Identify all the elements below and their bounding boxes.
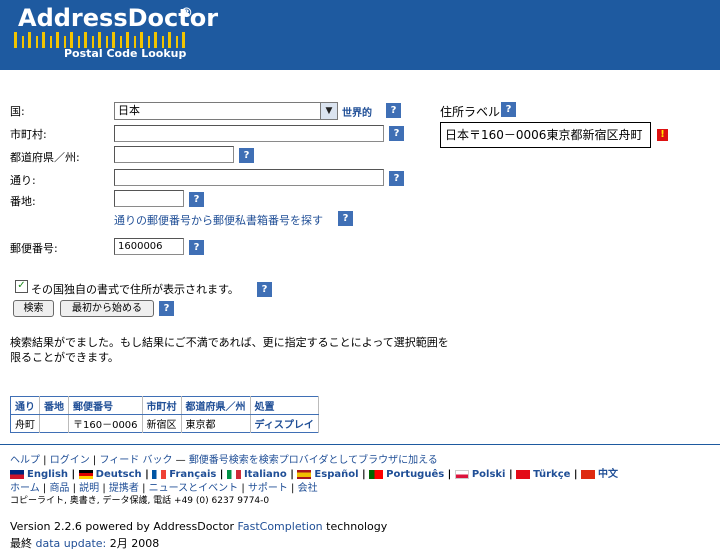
flag-uk-icon	[10, 469, 24, 479]
language-chinese[interactable]: 中文	[598, 469, 618, 480]
country-label: 国:	[10, 105, 25, 118]
results-table: 通り 番地 郵便番号 市町村 都道府県／州 処置 舟町 〒160－0006 新宿…	[10, 396, 319, 433]
language-bar: English | Deutsch | Français | Italiano …	[10, 465, 618, 480]
prefecture-input[interactable]	[114, 146, 234, 163]
house-number-input[interactable]	[114, 190, 184, 207]
cell-house	[39, 414, 69, 433]
language-polski[interactable]: Polski	[472, 469, 506, 480]
cell-postal: 〒160－0006	[68, 414, 143, 433]
flag-poland-icon	[454, 469, 469, 479]
language-portugues[interactable]: Português	[386, 469, 444, 480]
cell-prefecture: 東京都	[181, 414, 251, 433]
data-update-value: 2月 2008	[109, 537, 160, 550]
logo-registered-mark: ®	[180, 6, 193, 21]
result-message-line1: 検索結果がでました。もし結果にご不満であれば、更に指定することによって選択範囲を	[10, 336, 449, 349]
data-update-line: 最終 data update: 2月 2008	[10, 535, 159, 551]
version-line: Version 2.2.6 powered by AddressDoctor F…	[10, 520, 387, 533]
language-turkce[interactable]: Türkçe	[533, 469, 570, 480]
footer-links-row: ヘルプ | ログイン | フィード バック — 郵便番号検索を検索プロバイダとし…	[10, 455, 438, 466]
help-icon[interactable]: ?	[189, 240, 204, 255]
barcode-icon	[14, 32, 185, 48]
column-header-city: 市町村	[142, 396, 182, 415]
pobox-search-link[interactable]: 通りの郵便番号から郵便私書箱番号を探す	[114, 212, 323, 228]
site-links-row: ホーム | 商品 | 説明 | 提携者 | ニュースとイベント | サポート |…	[10, 483, 318, 494]
help-icon[interactable]: ?	[189, 192, 204, 207]
help-icon[interactable]: ?	[389, 126, 404, 141]
native-format-label: その国独自の書式で住所が表示されます。	[31, 283, 239, 296]
logo-subtitle: Postal Code Lookup	[64, 47, 187, 60]
country-select[interactable]: 日本 ▼	[114, 102, 338, 120]
language-espanol[interactable]: Español	[314, 469, 358, 480]
result-message-line2: 限ることができます。	[10, 351, 119, 364]
help-icon[interactable]: ?	[239, 148, 254, 163]
search-button[interactable]: 検索	[13, 300, 54, 317]
version-suffix: technology	[326, 520, 388, 533]
street-label: 通り:	[10, 174, 36, 187]
help-icon[interactable]: ?	[159, 301, 174, 316]
city-input[interactable]	[114, 125, 384, 142]
postal-code-label: 郵便番号:	[10, 242, 58, 255]
flag-portugal-icon	[369, 469, 384, 479]
flag-turkey-icon	[516, 469, 531, 479]
chevron-down-icon[interactable]: ▼	[320, 103, 337, 119]
help-icon[interactable]: ?	[257, 282, 272, 297]
help-icon[interactable]: ?	[338, 211, 353, 226]
worldwide-link[interactable]: 世界的	[342, 104, 372, 119]
header-banner: AddressDoctor ® Postal Code Lookup	[0, 0, 720, 70]
column-header-postal: 郵便番号	[68, 396, 143, 415]
flag-france-icon	[152, 469, 167, 479]
country-select-value: 日本	[118, 104, 140, 117]
flag-china-icon	[581, 469, 596, 479]
address-label-title: 住所ラベル	[440, 105, 501, 119]
native-format-checkbox[interactable]: ✓	[15, 280, 28, 293]
copyright-text: コピーライト, 奥書き, データ保護, 電話 +49 (0) 6237 9774…	[10, 496, 270, 506]
flag-italy-icon	[226, 469, 241, 479]
house-number-label: 番地:	[10, 195, 36, 208]
fastcompletion-link[interactable]: FastCompletion	[238, 520, 323, 533]
company-link[interactable]: 会社	[298, 483, 318, 494]
cell-city: 新宿区	[142, 414, 182, 433]
postal-code-input[interactable]	[114, 238, 184, 255]
restart-button[interactable]: 最初から始める	[60, 300, 154, 317]
help-icon[interactable]: ?	[386, 103, 401, 118]
help-icon[interactable]: ?	[501, 102, 516, 117]
city-label: 市町村:	[10, 128, 47, 141]
column-header-prefecture: 都道府県／州	[181, 396, 251, 415]
street-input[interactable]	[114, 169, 384, 186]
results-header-row: 通り 番地 郵便番号 市町村 都道府県／州 処置	[10, 396, 319, 415]
warning-icon[interactable]: !	[657, 129, 668, 141]
display-link[interactable]: ディスプレイ	[250, 414, 319, 433]
address-label-box: 日本〒160－0006東京都新宿区舟町	[440, 122, 651, 148]
version-prefix: Version 2.2.6 powered by AddressDoctor	[10, 520, 235, 533]
footer-divider	[0, 444, 720, 445]
data-update-label: data update:	[35, 537, 107, 550]
column-header-action: 処置	[250, 396, 319, 415]
column-header-street: 通り	[10, 396, 40, 415]
last-label: 最終	[10, 537, 32, 550]
flag-germany-icon	[78, 469, 93, 479]
cell-street: 舟町	[10, 414, 40, 433]
flag-spain-icon	[297, 469, 312, 479]
column-header-house: 番地	[39, 396, 69, 415]
help-icon[interactable]: ?	[389, 171, 404, 186]
table-row: 舟町 〒160－0006 新宿区 東京都 ディスプレイ	[10, 414, 319, 433]
prefecture-label: 都道府県／州:	[10, 151, 80, 164]
